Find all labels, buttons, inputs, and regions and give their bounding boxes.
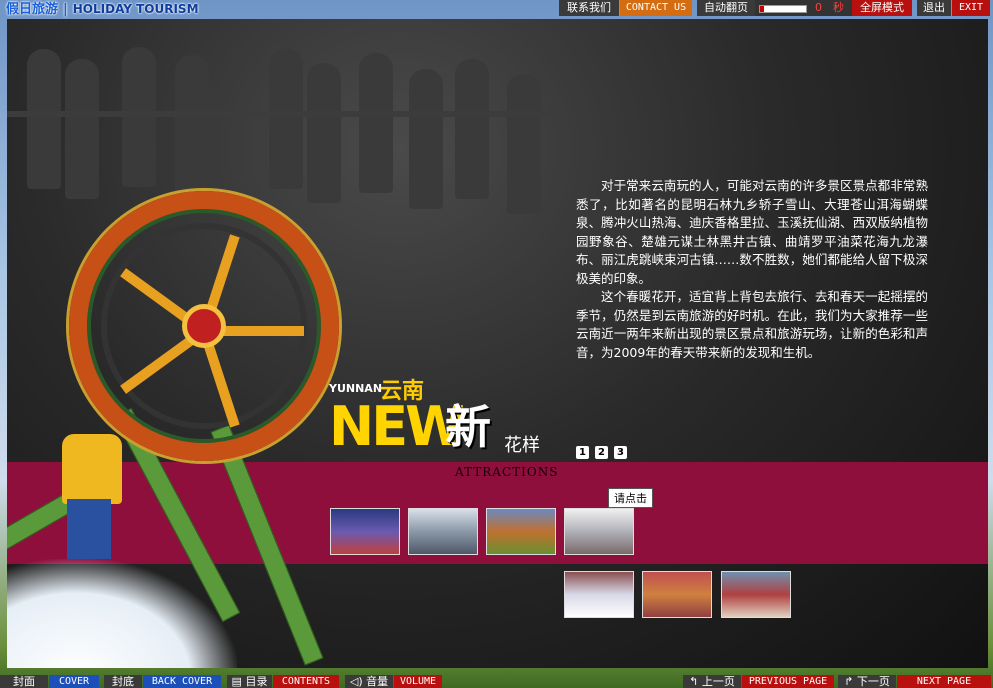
sub-page-1-button[interactable]: 1 — [576, 446, 589, 459]
contents-cn-label: 目录 — [245, 675, 268, 688]
brand-en: HOLIDAY TOURISM — [72, 2, 199, 16]
exit-cn-button[interactable]: 退出 — [917, 0, 951, 16]
article-paragraph: 这个春暖花开，适宜背上背包去旅行、去和春天一起摇摆的季节，仍然是到云南旅游的好时… — [576, 289, 928, 360]
article-body: 对于常来云南玩的人，可能对云南的许多景区景点都非常熟悉了，比如著名的昆明石林九乡… — [576, 177, 928, 362]
thumb-festival[interactable] — [721, 571, 791, 618]
thumb-fountain[interactable] — [408, 508, 478, 555]
thumb-dancers[interactable] — [642, 571, 712, 618]
crowd-silhouette — [122, 47, 156, 187]
autoflip-value: 0 — [815, 1, 822, 14]
bottom-toolbar: 封面 COVER 封底 BACK COVER ▤ 目录 CONTENTS ◁) … — [0, 675, 993, 688]
autoflip-track[interactable] — [759, 5, 807, 13]
contents-cn-button[interactable]: ▤ 目录 — [227, 675, 272, 688]
next-page-cn-button[interactable]: ↱ 下一页 — [838, 675, 896, 688]
next-page-en-button[interactable]: NEXT PAGE — [897, 675, 991, 688]
volume-cn-label: 音量 — [366, 675, 389, 688]
ride-wheel — [69, 191, 339, 461]
exit-en-button[interactable]: EXIT — [952, 0, 990, 16]
crowd-silhouette — [359, 53, 393, 193]
attractions-label: ATTRACTIONS — [455, 465, 559, 479]
thumb-snow-crowd[interactable] — [564, 571, 634, 618]
cover-en-button[interactable]: COVER — [49, 675, 99, 688]
crowd-silhouette — [507, 74, 541, 214]
thumb-monument[interactable] — [564, 508, 634, 555]
crowd-silhouette — [269, 49, 303, 189]
fullscreen-button[interactable]: 全屏模式 — [852, 0, 912, 16]
skier-jacket — [62, 434, 122, 504]
brand-logo: 假日旅游 | HOLIDAY TOURISM — [6, 0, 199, 18]
contents-en-button[interactable]: CONTENTS — [273, 675, 339, 688]
sub-page-3-button[interactable]: 3 — [614, 446, 627, 459]
autoflip-unit: 秒 — [833, 1, 844, 14]
ride-hub — [182, 304, 226, 348]
new-en: NEW — [329, 395, 465, 458]
crowd-silhouette — [27, 49, 61, 189]
autoflip-slider[interactable]: 0 秒 — [755, 0, 853, 16]
thumb-temple[interactable] — [486, 508, 556, 555]
crowd-silhouette — [65, 59, 99, 199]
back-cover-en-button[interactable]: BACK COVER — [143, 675, 221, 688]
huayang-cn: 花样 — [504, 435, 540, 456]
new-cn: 新 — [445, 400, 491, 454]
back-cover-cn-button[interactable]: 封底 — [104, 675, 142, 688]
crowd-silhouette — [455, 59, 489, 199]
contact-us-cn-button[interactable]: 联系我们 — [559, 0, 619, 16]
top-toolbar: 假日旅游 | HOLIDAY TOURISM 联系我们 CONTACT US 自动翻… — [0, 0, 993, 18]
railing — [7, 111, 567, 117]
crowd-silhouette — [175, 55, 209, 195]
previous-page-en-button[interactable]: PREVIOUS PAGE — [742, 675, 834, 688]
previous-arrow-icon: ↰ — [689, 675, 699, 688]
thumb-performance[interactable] — [330, 508, 400, 555]
next-arrow-icon: ↱ — [844, 675, 854, 688]
contents-icon: ▤ — [231, 675, 242, 688]
skier-legs — [67, 499, 111, 559]
crowd-silhouette — [409, 69, 443, 209]
sub-page-2-button[interactable]: 2 — [595, 446, 608, 459]
snow-slope — [7, 559, 237, 668]
contact-us-en-button[interactable]: CONTACT US — [620, 0, 692, 16]
autoflip-fill — [760, 6, 764, 12]
brand-separator: | — [63, 2, 68, 17]
crowd-silhouette — [307, 63, 341, 203]
click-tooltip: 请点击 — [608, 488, 653, 508]
volume-en-button[interactable]: VOLUME — [394, 675, 442, 688]
brand-cn: 假日旅游 — [6, 2, 59, 17]
cover-cn-button[interactable]: 封面 — [0, 675, 48, 688]
article-paragraph: 对于常来云南玩的人，可能对云南的许多景区景点都非常熟悉了，比如著名的昆明石林九乡… — [576, 178, 928, 286]
volume-cn-button[interactable]: ◁) 音量 — [345, 675, 393, 688]
autoflip-label: 自动翻页 — [697, 0, 755, 16]
yunnan-en: YUNNAN — [329, 382, 383, 395]
volume-icon: ◁) — [349, 675, 363, 688]
next-page-cn-label: 下一页 — [856, 675, 890, 688]
sub-pager: 123 — [576, 440, 633, 459]
magazine-page: ATTRACTIONS YUNNAN 云南 NEW 新 花样 123 对于常来云… — [7, 19, 988, 668]
previous-page-cn-label: 上一页 — [701, 675, 735, 688]
previous-page-cn-button[interactable]: ↰ 上一页 — [683, 675, 741, 688]
